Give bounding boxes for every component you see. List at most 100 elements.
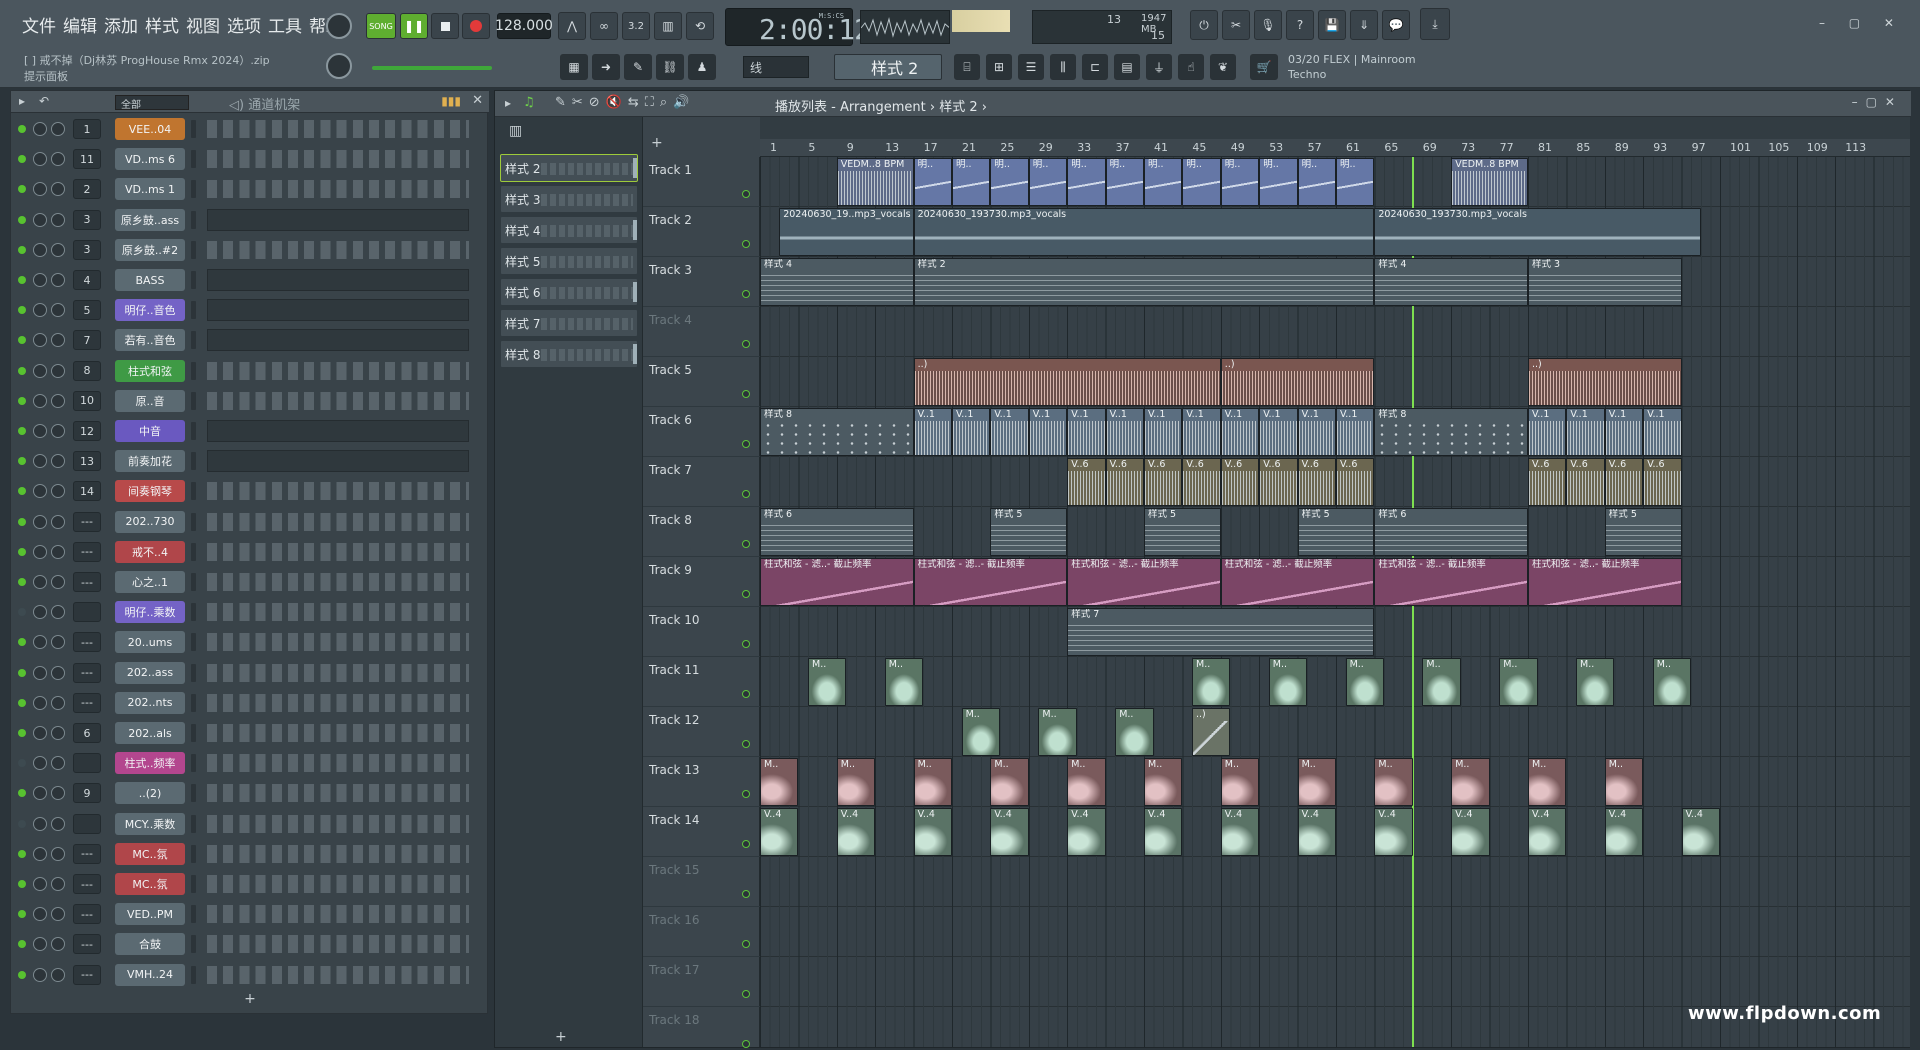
arrangement-clip[interactable]: V..1 bbox=[952, 408, 991, 456]
channel-mixer-track[interactable]: 4 bbox=[73, 270, 101, 290]
channel-pan-knob[interactable] bbox=[33, 182, 47, 197]
channel-volume-knob[interactable] bbox=[51, 424, 65, 438]
channel-name-button[interactable]: 原乡鼓..#2 bbox=[115, 238, 185, 261]
channel-mixer-track[interactable]: --- bbox=[73, 511, 101, 532]
arrangement-clip[interactable]: V..1 bbox=[1259, 408, 1298, 456]
channel-piano-roll-preview[interactable] bbox=[207, 329, 469, 352]
channel-step-sequencer[interactable] bbox=[207, 150, 469, 169]
track-mute-dot[interactable] bbox=[742, 190, 750, 198]
track-header[interactable]: Track 11 bbox=[643, 657, 760, 707]
arrangement-clip[interactable]: 样式 6 bbox=[760, 508, 914, 556]
channel-volume-knob[interactable] bbox=[51, 273, 65, 287]
add-channel-button[interactable]: + bbox=[11, 991, 489, 1013]
channel-select-bar[interactable] bbox=[191, 422, 196, 440]
track-header[interactable]: Track 9 bbox=[643, 557, 760, 607]
add-pattern-button[interactable]: + bbox=[555, 1029, 567, 1045]
arrangement-clip[interactable]: 样式 8 bbox=[760, 408, 914, 456]
arrangement-clip[interactable]: 样式 4 bbox=[760, 258, 914, 306]
help-button[interactable]: ? bbox=[1286, 10, 1314, 40]
track-mute-dot[interactable] bbox=[742, 690, 750, 698]
headphones-icon[interactable]: ♫ bbox=[523, 95, 535, 110]
arrangement-clip[interactable]: V..4 bbox=[913, 808, 952, 856]
pattern-item[interactable]: 样式 8 bbox=[501, 341, 637, 367]
channel-pan-knob[interactable] bbox=[33, 816, 47, 831]
close-icon[interactable]: ✕ bbox=[472, 93, 483, 108]
track-header[interactable]: Track 15 bbox=[643, 857, 760, 907]
arrangement-clip[interactable]: 明.. bbox=[1220, 158, 1260, 206]
channel-name-button[interactable]: 心之..1 bbox=[115, 571, 185, 593]
channel-select-bar[interactable] bbox=[191, 271, 196, 289]
undo-history-button[interactable]: ⏻ bbox=[1190, 10, 1218, 40]
channel-mixer-track[interactable]: 10 bbox=[73, 390, 101, 411]
channel-mixer-track[interactable]: 13 bbox=[73, 451, 101, 472]
arrangement-clip[interactable]: 明.. bbox=[1336, 158, 1375, 206]
channel-name-button[interactable]: 202..ass bbox=[115, 661, 185, 684]
track-mute-dot[interactable] bbox=[742, 490, 750, 498]
channel-piano-roll-preview[interactable] bbox=[207, 420, 469, 442]
arrangement-clip[interactable]: M.. bbox=[836, 758, 876, 806]
arrangement-clip[interactable]: M.. bbox=[1422, 658, 1461, 706]
channel-name-button[interactable]: BASS bbox=[115, 269, 185, 291]
playlist-tools[interactable]: ✎✂⊘🔇⇆⛶⌕🔊 bbox=[555, 95, 695, 110]
channel-volume-knob[interactable] bbox=[51, 333, 65, 348]
pattern-item[interactable]: 样式 2 bbox=[500, 154, 638, 182]
track-mute-dot[interactable] bbox=[742, 440, 750, 448]
channel-select-bar[interactable] bbox=[191, 754, 196, 773]
record-button[interactable] bbox=[462, 13, 490, 39]
channel-mute-led[interactable] bbox=[18, 638, 26, 647]
channel-pan-knob[interactable] bbox=[33, 695, 47, 710]
channel-pan-knob[interactable] bbox=[33, 303, 47, 318]
channel-mute-led[interactable] bbox=[18, 276, 26, 284]
channel-select-bar[interactable] bbox=[191, 814, 196, 833]
countdown-button[interactable]: 3.2 bbox=[622, 12, 650, 40]
channel-volume-knob[interactable] bbox=[51, 484, 65, 499]
channel-step-sequencer[interactable] bbox=[207, 693, 469, 712]
channel-mixer-track[interactable]: 9 bbox=[73, 783, 101, 804]
link-button[interactable]: ⛓ bbox=[656, 54, 684, 80]
arrangement-clip[interactable]: M.. bbox=[1374, 758, 1413, 806]
track-header[interactable]: Track 4 bbox=[643, 307, 760, 357]
arrangement-clip[interactable]: V..1 bbox=[1220, 408, 1260, 456]
channel-pan-knob[interactable] bbox=[33, 333, 47, 348]
channel-name-button[interactable]: 中音 bbox=[115, 420, 185, 442]
channel-pan-knob[interactable] bbox=[33, 967, 47, 982]
track-header[interactable]: Track 1 bbox=[643, 157, 760, 207]
channel-step-sequencer[interactable] bbox=[207, 663, 469, 682]
channel-pan-knob[interactable] bbox=[33, 122, 47, 136]
channel-pan-knob[interactable] bbox=[33, 846, 47, 861]
channel-select-bar[interactable] bbox=[191, 391, 196, 410]
pattern-selector[interactable]: 样式 2 bbox=[834, 54, 942, 80]
graph-icon[interactable]: ▮▮▮ bbox=[441, 94, 461, 108]
arrangement-clip[interactable]: 明.. bbox=[1067, 158, 1106, 206]
channel-volume-knob[interactable] bbox=[51, 786, 65, 801]
channel-mute-led[interactable] bbox=[18, 970, 26, 979]
channel-name-button[interactable]: ..(2) bbox=[115, 782, 185, 805]
snap-select[interactable]: 线 bbox=[743, 56, 809, 78]
channel-mixer-track[interactable]: --- bbox=[73, 934, 101, 955]
channel-step-sequencer[interactable] bbox=[207, 542, 469, 561]
channel-pan-knob[interactable] bbox=[33, 514, 47, 529]
channel-rack-button[interactable]: ☰ bbox=[1018, 54, 1044, 80]
arrangement-clip[interactable]: V..6 bbox=[1604, 458, 1644, 506]
download-button[interactable]: ⤓ bbox=[1420, 8, 1450, 40]
channel-mixer-track[interactable]: --- bbox=[73, 843, 101, 864]
arrangement-clip[interactable]: M.. bbox=[1652, 658, 1692, 706]
arrangement-clip[interactable]: V..1 bbox=[1105, 408, 1144, 456]
edison-button[interactable]: ❦ bbox=[1210, 54, 1236, 80]
channel-name-button[interactable]: 202..730 bbox=[115, 510, 185, 533]
channel-mixer-track[interactable]: 5 bbox=[73, 300, 101, 321]
arrangement-clip[interactable]: 明.. bbox=[1144, 158, 1183, 206]
channel-mixer-track[interactable] bbox=[73, 602, 101, 623]
track-header[interactable]: Track 10 bbox=[643, 607, 760, 657]
channel-pan-knob[interactable] bbox=[33, 937, 47, 952]
channel-volume-knob[interactable] bbox=[51, 937, 65, 952]
arrow-tool-button[interactable]: ➜ bbox=[592, 54, 620, 80]
menu-view[interactable]: 视图 bbox=[186, 12, 220, 37]
arrangement-clip[interactable]: M.. bbox=[913, 758, 952, 806]
channel-step-sequencer[interactable] bbox=[207, 814, 469, 833]
channel-select-bar[interactable] bbox=[191, 724, 196, 742]
channel-step-sequencer[interactable] bbox=[207, 724, 469, 742]
channel-mute-led[interactable] bbox=[18, 578, 26, 586]
channel-name-button[interactable]: MC..氛 bbox=[115, 842, 185, 865]
channel-pan-knob[interactable] bbox=[33, 544, 47, 559]
